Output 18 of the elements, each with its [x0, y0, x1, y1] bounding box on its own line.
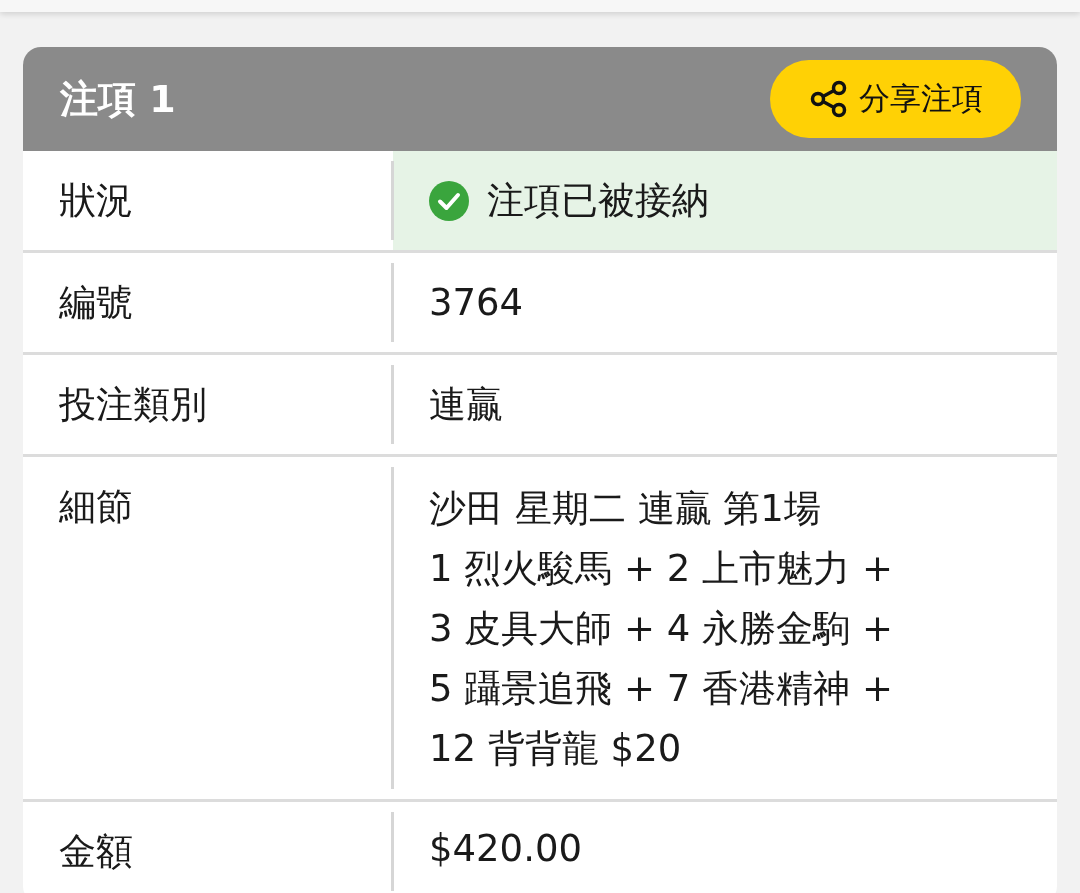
field-value: $420.00: [429, 827, 582, 870]
detail-line: 1 烈火駿馬 + 2 上市魅力 +: [429, 546, 893, 592]
detail-line: 12 背背龍 $20: [429, 726, 683, 772]
status-text: 注項已被接納: [487, 177, 709, 224]
detail-line: 5 躡景追飛 + 7 香港精神 +: [429, 666, 893, 712]
bet-title: 注項 1: [60, 75, 176, 123]
field-label: 狀況: [59, 178, 133, 224]
field-label: 編號: [59, 280, 133, 326]
field-value: 3764: [429, 281, 524, 324]
check-icon: [429, 180, 469, 221]
field-label: 細節: [59, 484, 133, 530]
detail-line: 3 皮具大師 + 4 永勝金駒 +: [429, 606, 893, 652]
share-icon: [808, 79, 849, 119]
field-value: 連贏: [429, 381, 503, 428]
field-label: 金額: [59, 829, 133, 875]
field-label: 投注類別: [59, 382, 207, 428]
share-button[interactable]: 分享注項: [770, 60, 1021, 138]
detail-line: 沙田 星期二 連贏 第1場: [429, 486, 822, 532]
